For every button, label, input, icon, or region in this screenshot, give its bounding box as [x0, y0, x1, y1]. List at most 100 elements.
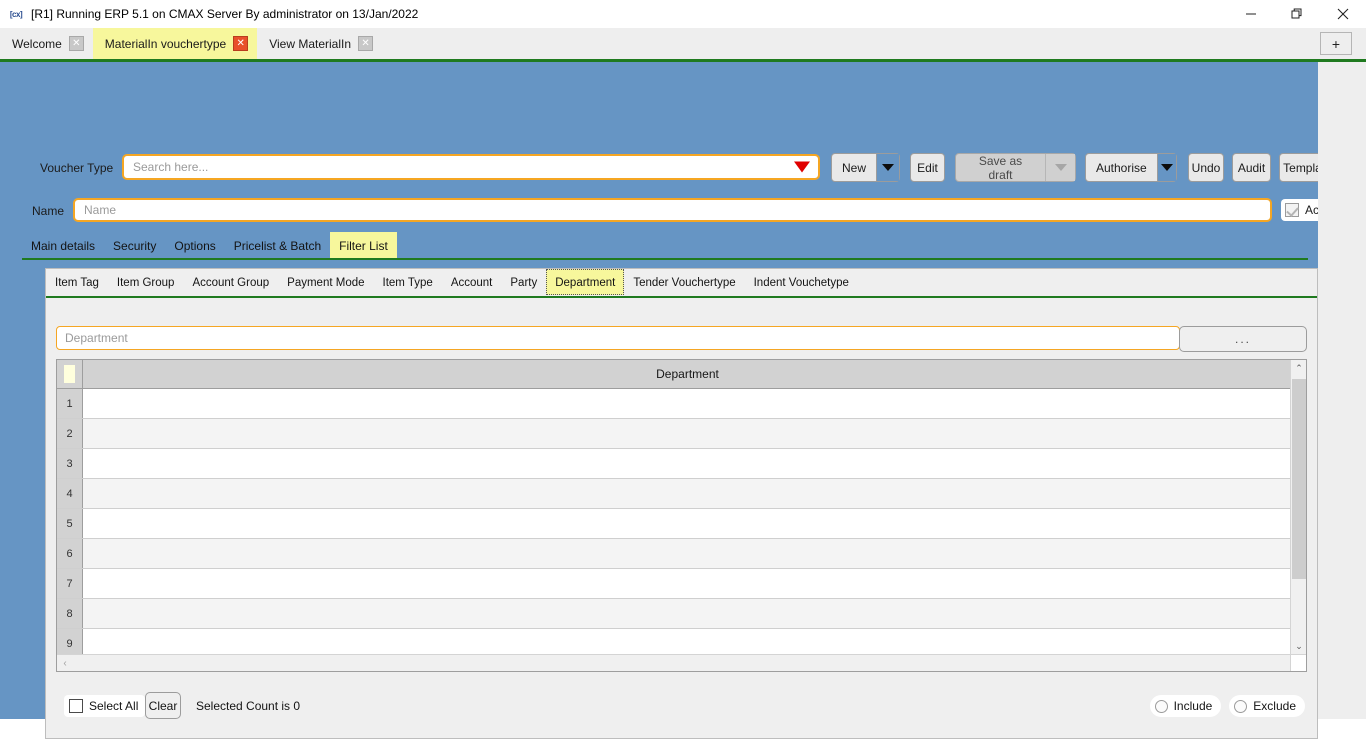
table-row[interactable]: 8 — [57, 599, 1292, 629]
scroll-up-icon[interactable]: ⌃ — [1291, 360, 1306, 377]
table-row[interactable]: 3 — [57, 449, 1292, 479]
vertical-scroll-thumb[interactable] — [1292, 379, 1306, 579]
chevron-down-icon[interactable] — [876, 154, 899, 181]
sub-tab-label: Account Group — [192, 276, 270, 289]
row-number: 8 — [57, 599, 83, 628]
template-button[interactable]: Template — [1279, 153, 1336, 182]
document-tab-label: MaterialIn vouchertype — [104, 36, 227, 51]
grid-vertical-scrollbar[interactable]: ⌃ ⌄ — [1290, 360, 1306, 655]
active-checkbox[interactable]: Active — [1281, 199, 1345, 221]
sub-tab-tender-vouchertype[interactable]: Tender Vouchertype — [624, 269, 744, 295]
grid-column-header-department[interactable]: Department — [83, 367, 1292, 381]
radio-icon[interactable] — [1154, 699, 1168, 713]
close-icon[interactable]: ✕ — [358, 36, 374, 51]
voucher-type-input[interactable]: Search here... — [122, 154, 820, 180]
checkbox-icon[interactable] — [1285, 203, 1299, 217]
sub-tab-label: Indent Vouchetype — [753, 276, 849, 289]
row-cell-department[interactable] — [83, 479, 1292, 508]
table-row[interactable]: 6 — [57, 539, 1292, 569]
exclude-radio-label: Exclude — [1253, 699, 1296, 713]
row-cell-department[interactable] — [83, 509, 1292, 538]
selected-count-label: Selected Count is 0 — [196, 699, 301, 713]
main-tab-label: Filter List — [339, 238, 388, 253]
sub-tab-indent-vouchetype[interactable]: Indent Vouchetype — [745, 269, 858, 295]
authorise-button[interactable]: Authorise — [1085, 153, 1177, 182]
browse-button[interactable]: ... — [1179, 326, 1307, 352]
minimize-icon[interactable] — [1228, 0, 1274, 28]
name-input[interactable]: Name — [73, 198, 1272, 222]
sub-tab-item-type[interactable]: Item Type — [374, 269, 442, 295]
row-number: 4 — [57, 479, 83, 508]
sub-tab-payment-mode[interactable]: Payment Mode — [278, 269, 373, 295]
row-cell-department[interactable] — [83, 599, 1292, 628]
row-cell-department[interactable] — [83, 419, 1292, 448]
dropdown-arrow-icon[interactable] — [794, 161, 810, 173]
sub-tab-underline — [46, 296, 1317, 298]
edit-button[interactable]: Edit — [910, 153, 945, 182]
new-button[interactable]: New — [831, 153, 900, 182]
chevron-down-icon[interactable] — [1156, 154, 1176, 181]
table-row[interactable]: 5 — [57, 509, 1292, 539]
document-tab-welcome[interactable]: Welcome ✕ — [0, 28, 93, 59]
main-tab-label: Pricelist & Batch — [233, 238, 322, 253]
document-tab-label: View MaterialIn — [269, 36, 352, 51]
sub-tab-item-tag[interactable]: Item Tag — [46, 269, 108, 295]
save-as-draft-button[interactable]: Save as draft — [955, 153, 1076, 182]
grid-horizontal-scrollbar[interactable]: ‹ › — [57, 654, 1306, 672]
close-icon[interactable] — [1320, 0, 1366, 28]
table-row[interactable]: 7 — [57, 569, 1292, 599]
department-search-input[interactable]: Department — [56, 326, 1180, 350]
clear-button[interactable]: Clear — [145, 692, 181, 719]
close-icon[interactable]: ✕ — [68, 36, 84, 51]
main-tab-pricelist-batch[interactable]: Pricelist & Batch — [225, 232, 330, 258]
exclude-radio[interactable]: Exclude — [1229, 695, 1305, 717]
sub-tab-item-group[interactable]: Item Group — [108, 269, 184, 295]
chevron-down-icon[interactable] — [1045, 154, 1075, 181]
document-tab-materialin-vouchertype[interactable]: MaterialIn vouchertype ✕ — [92, 28, 258, 59]
row-cell-department[interactable] — [83, 539, 1292, 568]
table-row[interactable]: 2 — [57, 419, 1292, 449]
main-tab-options[interactable]: Options — [165, 232, 224, 258]
title-bar: [cx] [R1] Running ERP 5.1 on CMAX Server… — [0, 0, 1366, 28]
table-row[interactable]: 4 — [57, 479, 1292, 509]
main-tab-security[interactable]: Security — [104, 232, 165, 258]
voucher-type-label: Voucher Type — [40, 161, 114, 175]
audit-button[interactable]: Audit — [1232, 153, 1271, 182]
close-icon[interactable]: ✕ — [233, 36, 249, 51]
main-tab-filter-list[interactable]: Filter List — [330, 232, 397, 258]
add-tab-button[interactable]: + — [1320, 32, 1352, 55]
row-number: 7 — [57, 569, 83, 598]
table-row[interactable]: 1 — [57, 389, 1292, 419]
scroll-left-icon[interactable]: ‹ — [57, 655, 73, 672]
sub-tab-label: Party — [510, 276, 538, 289]
undo-button[interactable]: Undo — [1188, 153, 1224, 182]
grid-select-header-cell[interactable] — [57, 360, 83, 389]
sub-tab-label: Account — [450, 276, 493, 289]
sub-tab-account-group[interactable]: Account Group — [183, 269, 278, 295]
maximize-icon[interactable] — [1274, 0, 1320, 28]
select-all-checkbox[interactable]: Select All — [64, 695, 146, 717]
row-cell-department[interactable] — [83, 449, 1292, 478]
sub-tab-party[interactable]: Party — [501, 269, 546, 295]
main-tab-main-details[interactable]: Main details — [22, 232, 104, 258]
form-inner: Voucher Type Search here... New Edit Sav… — [0, 62, 1345, 739]
checkbox-icon[interactable] — [69, 699, 83, 713]
row-cell-department[interactable] — [83, 389, 1292, 418]
scroll-down-icon[interactable]: ⌄ — [1291, 638, 1306, 655]
sub-tab-label: Item Group — [116, 276, 175, 289]
filter-list-panel: Item Tag Item Group Account Group Paymen… — [45, 268, 1318, 739]
authorise-button-label: Authorise — [1096, 160, 1147, 175]
document-tab-view-materialin[interactable]: View MaterialIn ✕ — [257, 28, 382, 59]
sub-tab-department[interactable]: Department — [546, 269, 625, 295]
new-button-label: New — [842, 160, 867, 175]
grid-header-row: Department — [57, 360, 1292, 389]
sub-tab-label: Department — [555, 276, 616, 289]
row-number: 3 — [57, 449, 83, 478]
sub-tab-account[interactable]: Account — [442, 269, 502, 295]
voucher-type-placeholder: Search here... — [133, 160, 209, 174]
grid-scroll-corner — [1290, 654, 1306, 671]
include-radio[interactable]: Include — [1149, 695, 1222, 717]
sub-tab-label: Item Tag — [55, 276, 99, 289]
row-cell-department[interactable] — [83, 569, 1292, 598]
radio-icon[interactable] — [1234, 699, 1248, 713]
